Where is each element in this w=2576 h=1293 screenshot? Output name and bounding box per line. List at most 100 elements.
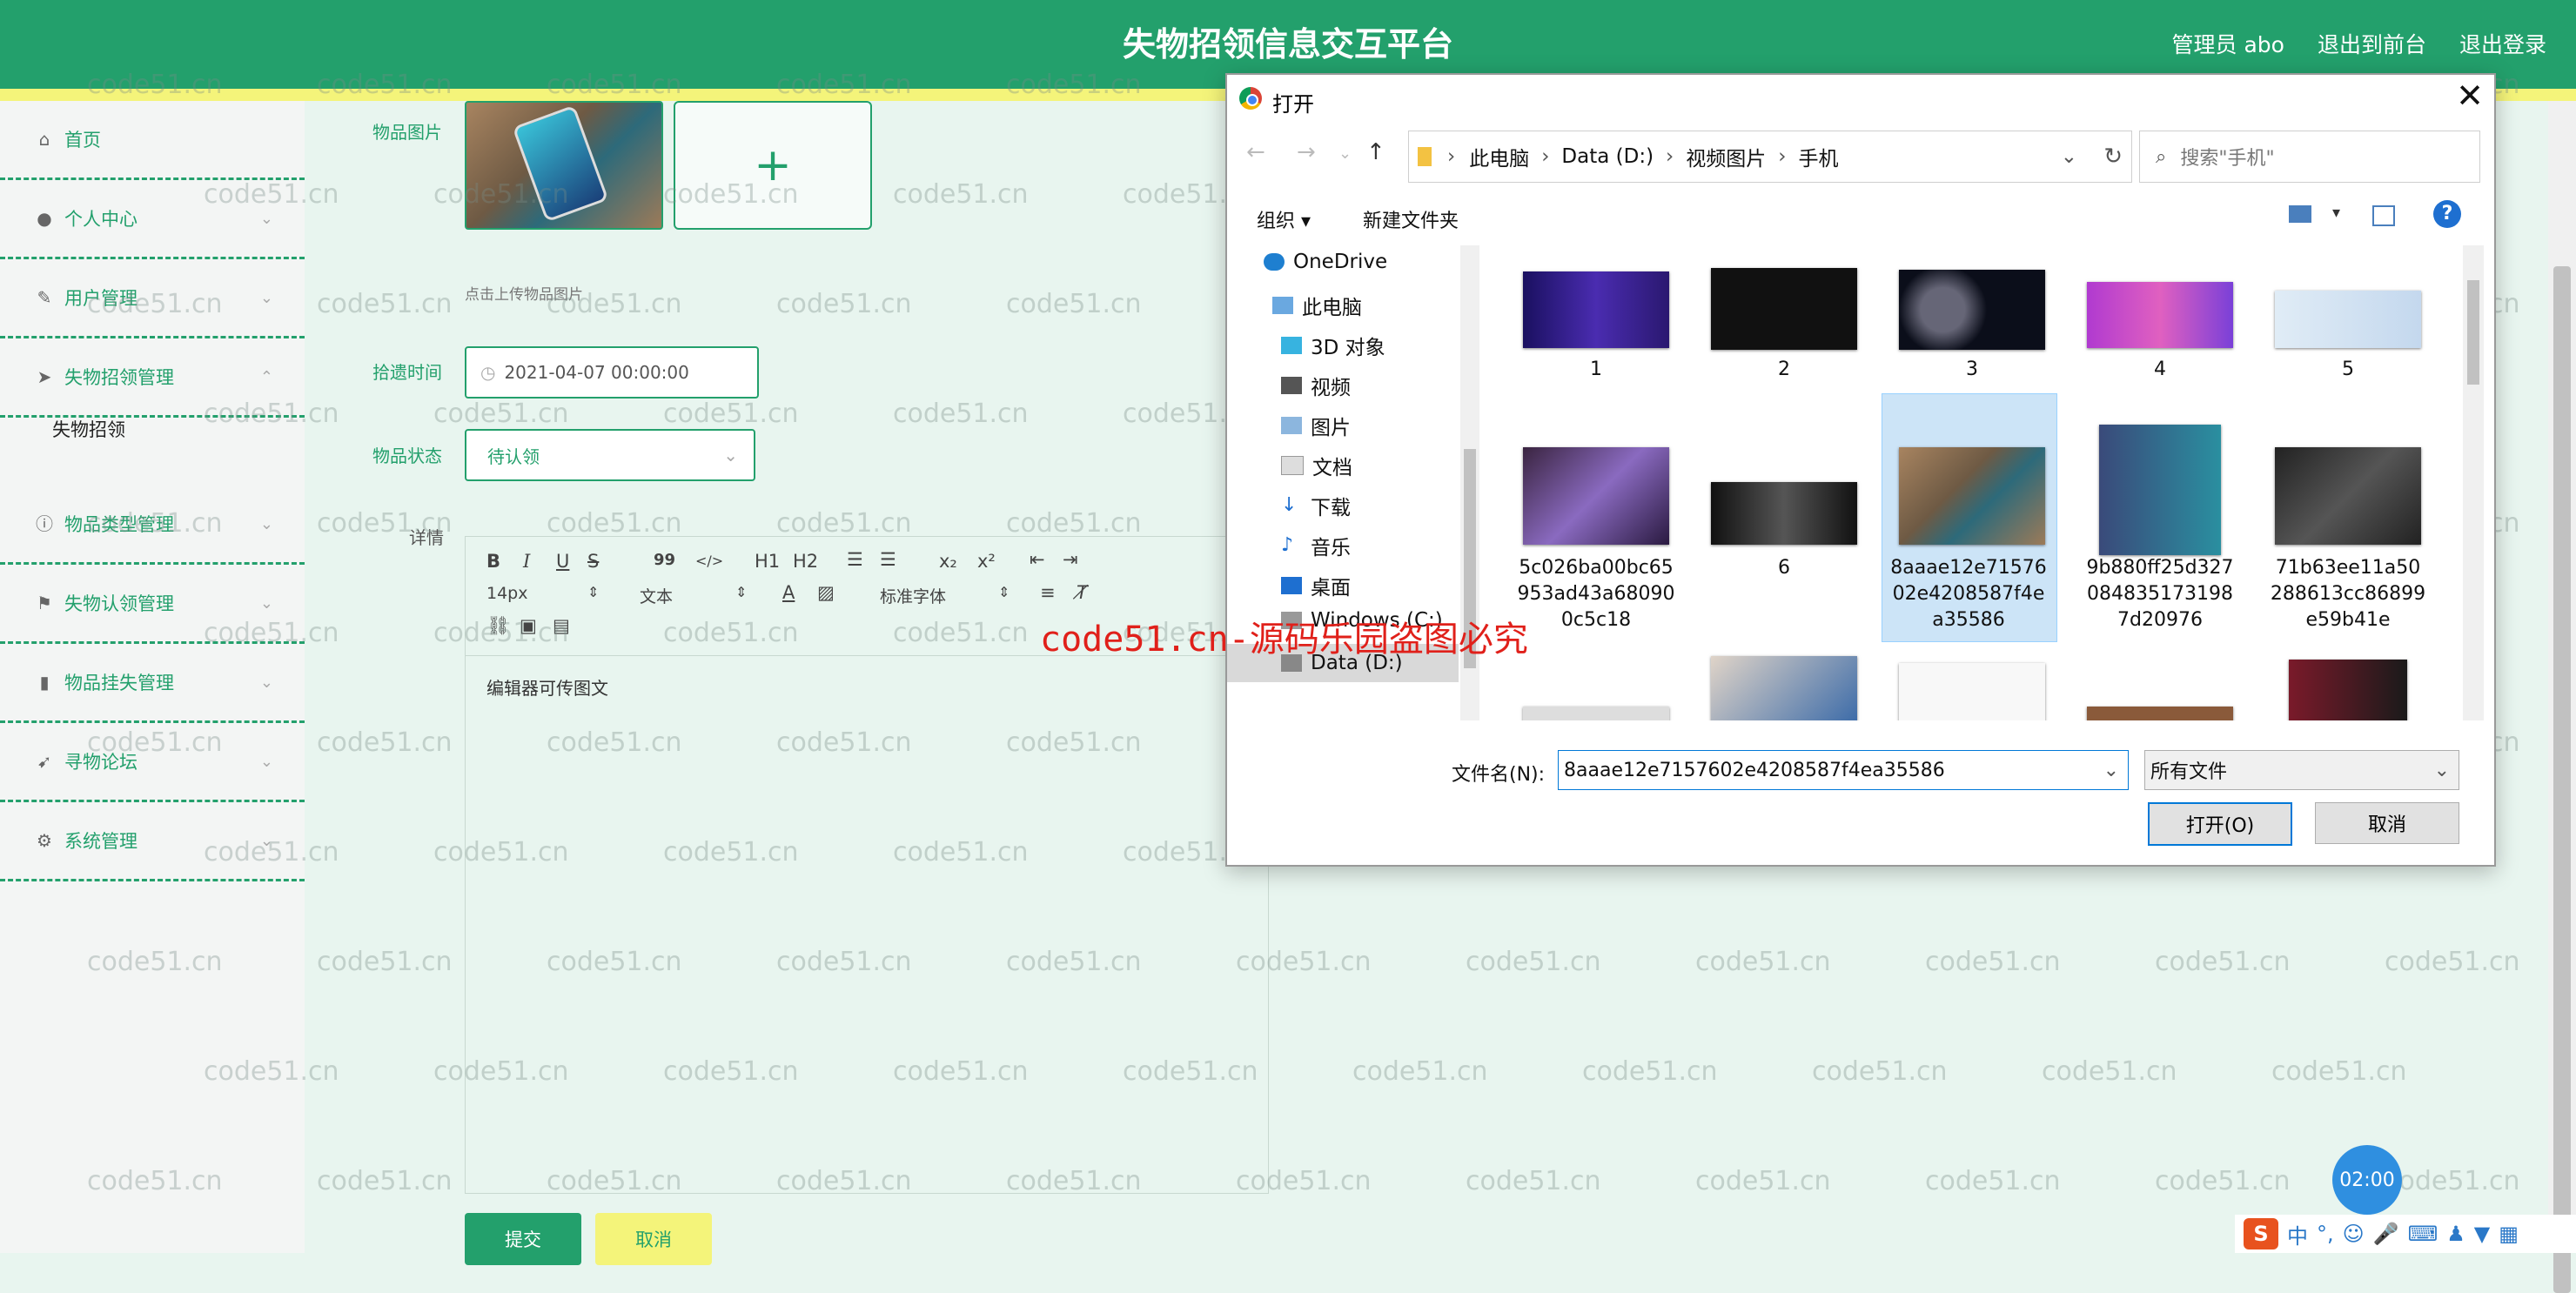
file-name-2[interactable]: 2 bbox=[1694, 357, 1875, 383]
uploaded-image-thumbnail[interactable] bbox=[465, 101, 663, 230]
help-icon[interactable]: ? bbox=[2433, 200, 2461, 228]
sidebar-item-item-types[interactable]: ⓘ 物品类型管理 ⌄ bbox=[0, 486, 305, 565]
file-list-scrollbar[interactable] bbox=[2463, 245, 2484, 720]
tree-item-downloads[interactable]: ↓ 下载 bbox=[1281, 491, 1351, 520]
file-name-4[interactable]: 4 bbox=[2070, 357, 2251, 383]
tree-item-documents[interactable]: 文档 bbox=[1281, 451, 1352, 480]
breadcrumb-data-d[interactable]: Data (D:) bbox=[1561, 145, 1654, 168]
h1-button[interactable]: H1 bbox=[755, 551, 780, 572]
recent-chevron-icon[interactable]: ⌄ bbox=[1338, 144, 1352, 163]
file-thumbnail-2[interactable] bbox=[1711, 268, 1857, 350]
open-button[interactable]: 打开(O) bbox=[2148, 802, 2292, 846]
upload-button[interactable]: + bbox=[674, 101, 872, 230]
tree-item-3d-objects[interactable]: 3D 对象 bbox=[1281, 331, 1385, 360]
underline-button[interactable]: U bbox=[556, 551, 569, 572]
organize-menu[interactable]: 组织 ▾ bbox=[1257, 205, 1311, 233]
sidebar-item-lost-reports[interactable]: ▮ 物品挂失管理 ⌄ bbox=[0, 644, 305, 723]
back-to-front-link[interactable]: 退出到前台 bbox=[2318, 28, 2426, 59]
file-name-3[interactable]: 3 bbox=[1882, 357, 2063, 383]
file-name-8[interactable]: 8aaae12e71576 02e4208587f4e a35586 bbox=[1882, 555, 2056, 633]
file-thumbnail-10[interactable] bbox=[2275, 447, 2421, 545]
search-input[interactable]: ⌕ 搜索"手机" bbox=[2139, 131, 2480, 183]
dialog-cancel-button[interactable]: 取消 bbox=[2315, 802, 2459, 844]
h2-button[interactable]: H2 bbox=[793, 551, 818, 572]
file-thumbnail-3[interactable] bbox=[1899, 270, 2045, 350]
punctuation-icon[interactable]: °, bbox=[2317, 1222, 2334, 1246]
address-bar[interactable]: › 此电脑 › Data (D:) › 视频图片 › 手机 ⌄ ↻ bbox=[1408, 131, 2132, 183]
refresh-icon[interactable]: ↻ bbox=[2103, 144, 2123, 170]
align-icon[interactable]: ≡ bbox=[1040, 582, 1056, 603]
logout-link[interactable]: 退出登录 bbox=[2459, 28, 2546, 59]
superscript-button[interactable]: x² bbox=[977, 551, 996, 572]
file-name-6[interactable]: 5c026ba00bc65 953ad43a68090 0c5c18 bbox=[1506, 555, 1687, 633]
image-icon[interactable]: ▣ bbox=[520, 615, 537, 636]
emoji-icon[interactable]: ☺ bbox=[2343, 1222, 2365, 1246]
indent-icon[interactable]: ⇥ bbox=[1063, 549, 1078, 570]
background-color-icon[interactable]: ▨ bbox=[817, 582, 835, 603]
grid-icon[interactable]: ▦ bbox=[2499, 1222, 2519, 1246]
file-thumbnail-6[interactable] bbox=[1523, 447, 1669, 545]
sidebar-item-home[interactable]: ⌂ 首页 bbox=[0, 101, 305, 180]
file-thumbnail-9[interactable] bbox=[2099, 425, 2221, 555]
bold-button[interactable]: B bbox=[486, 551, 500, 572]
file-thumbnail-1[interactable] bbox=[1523, 271, 1669, 348]
submit-button[interactable]: 提交 bbox=[465, 1213, 581, 1265]
sidebar-item-lost-found[interactable]: ➤ 失物招领管理 ⌃ bbox=[0, 338, 305, 418]
breadcrumb-this-pc[interactable]: 此电脑 bbox=[1469, 142, 1529, 171]
file-thumbnail-5[interactable] bbox=[2275, 291, 2421, 348]
sidebar-item-profile[interactable]: ● 个人中心 ⌄ bbox=[0, 180, 305, 259]
floating-clock[interactable]: 02:00 bbox=[2332, 1145, 2402, 1215]
file-name-9[interactable]: 9b880ff25d327 084835173198 7d20976 bbox=[2070, 555, 2251, 633]
quote-button[interactable]: 99 bbox=[654, 551, 675, 569]
sidebar-item-users[interactable]: ✎ 用户管理 ⌄ bbox=[0, 259, 305, 338]
ordered-list-icon[interactable]: ☰ bbox=[847, 549, 863, 570]
view-chevron-icon[interactable]: ▾ bbox=[2332, 204, 2340, 222]
font-family-select[interactable]: 标准字体 bbox=[880, 584, 946, 607]
ime-language-label[interactable]: 中 bbox=[2287, 1219, 2308, 1249]
page-scrollbar[interactable] bbox=[2548, 101, 2576, 1293]
file-thumbnail-13[interactable] bbox=[1899, 663, 2045, 720]
file-name-5[interactable]: 5 bbox=[2257, 357, 2438, 383]
strike-button[interactable]: S bbox=[587, 551, 599, 572]
tree-item-music[interactable]: ♪ 音乐 bbox=[1281, 531, 1351, 560]
sogou-logo-icon[interactable]: S bbox=[2244, 1218, 2278, 1249]
editor-content[interactable]: 编辑器可传图文 bbox=[486, 674, 608, 700]
clear-format-icon[interactable]: T̸ bbox=[1077, 582, 1088, 603]
time-input[interactable]: ◷ 2021-04-07 00:00:00 bbox=[465, 346, 759, 399]
file-thumbnail-8-selected[interactable] bbox=[1899, 447, 2045, 545]
text-type-select[interactable]: 文本 bbox=[640, 584, 673, 607]
sidebar-subitem-lost-found[interactable]: 失物招领 bbox=[52, 416, 125, 442]
file-thumbnail-7[interactable] bbox=[1711, 482, 1857, 545]
chevron-down-icon[interactable]: ⌄ bbox=[2061, 145, 2077, 168]
outdent-icon[interactable]: ⇤ bbox=[1030, 549, 1045, 570]
file-thumbnail-4[interactable] bbox=[2087, 282, 2233, 348]
microphone-icon[interactable]: 🎤 bbox=[2373, 1222, 2399, 1246]
status-select[interactable]: 待认领 ⌄ bbox=[465, 429, 755, 481]
file-thumbnail-15[interactable] bbox=[2289, 660, 2407, 720]
sidebar-item-claims[interactable]: ⚑ 失物认领管理 ⌄ bbox=[0, 565, 305, 644]
video-icon[interactable]: ▤ bbox=[553, 615, 570, 636]
italic-button[interactable]: I bbox=[523, 551, 530, 572]
font-size-select[interactable]: 14px bbox=[486, 584, 527, 603]
file-type-select[interactable]: 所有文件 ⌄ bbox=[2144, 750, 2459, 790]
skin-icon[interactable]: ▼ bbox=[2474, 1222, 2490, 1246]
font-color-icon[interactable]: A bbox=[782, 582, 795, 603]
tree-item-pictures[interactable]: 图片 bbox=[1281, 411, 1351, 440]
sidebar-item-system[interactable]: ⚙ 系统管理 ⌄ bbox=[0, 802, 305, 881]
file-thumbnail-11[interactable] bbox=[1523, 707, 1669, 720]
sidebar-item-forum[interactable]: ➹ 寻物论坛 ⌄ bbox=[0, 723, 305, 802]
back-arrow-icon[interactable]: ← bbox=[1246, 139, 1265, 165]
tree-item-onedrive[interactable]: OneDrive bbox=[1264, 251, 1387, 273]
file-name-7[interactable]: 6 bbox=[1694, 555, 1875, 581]
bullet-list-icon[interactable]: ☰ bbox=[880, 549, 896, 570]
filename-input[interactable]: 8aaae12e7157602e4208587f4ea35586 ⌄ bbox=[1558, 750, 2129, 790]
tree-item-desktop[interactable]: 桌面 bbox=[1281, 571, 1351, 600]
file-name-1[interactable]: 1 bbox=[1506, 357, 1687, 383]
file-thumbnail-14[interactable] bbox=[2087, 707, 2233, 720]
close-icon[interactable]: ✕ bbox=[2456, 77, 2484, 115]
chevron-down-icon[interactable]: ⌄ bbox=[2103, 760, 2119, 781]
code-button[interactable]: </> bbox=[695, 553, 723, 569]
breadcrumb-video-images[interactable]: 视频图片 bbox=[1686, 142, 1766, 171]
view-mode-icon[interactable] bbox=[2289, 205, 2311, 223]
link-icon[interactable]: ⛓ bbox=[486, 615, 510, 637]
